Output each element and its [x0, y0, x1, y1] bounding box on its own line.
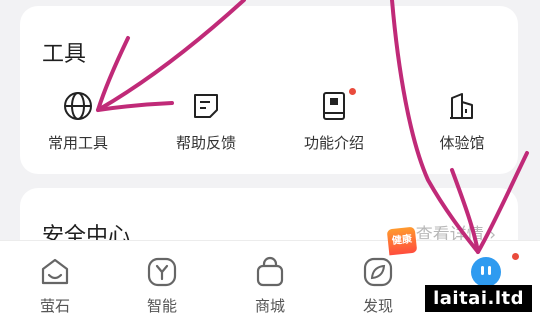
globe-icon — [64, 92, 92, 120]
tab-yingshi[interactable]: 萤石 — [20, 255, 90, 316]
tool-label: 体验馆 — [439, 134, 485, 152]
tool-feature-intro[interactable]: 功能介绍 — [274, 88, 394, 153]
notification-dot — [512, 253, 519, 260]
tab-label: 发现 — [362, 297, 393, 315]
tab-label: 商城 — [254, 297, 285, 315]
book-icon — [323, 92, 345, 120]
tool-label: 功能介绍 — [303, 134, 364, 152]
discover-leaf-icon — [363, 257, 393, 287]
watermark-text: laitai.ltd — [425, 285, 532, 312]
screen: 工具 常用工具 帮助反馈 功能介绍 体验馆 安全中心 查看详情 › 萤石 智能 … — [0, 0, 540, 320]
tab-smart[interactable]: 智能 — [127, 255, 197, 316]
tools-section-title: 工具 — [42, 42, 87, 67]
tool-common-tools[interactable]: 常用工具 — [18, 90, 138, 153]
feedback-note-icon — [194, 94, 218, 118]
tool-label: 常用工具 — [47, 134, 108, 152]
tool-experience-hall[interactable]: 体验馆 — [402, 90, 522, 153]
tab-label: 萤石 — [39, 297, 70, 315]
home-icon — [41, 258, 69, 285]
avatar-face-icon — [471, 257, 501, 287]
smart-y-icon — [147, 257, 177, 287]
tab-mall[interactable]: 商城 — [235, 255, 305, 316]
tool-label: 帮助反馈 — [175, 134, 236, 152]
shopping-bag-icon — [256, 256, 284, 287]
health-badge: 健康 — [386, 226, 418, 256]
tab-label: 智能 — [146, 297, 177, 315]
building-icon — [450, 93, 473, 119]
tools-card: 工具 常用工具 帮助反馈 功能介绍 体验馆 — [20, 6, 518, 174]
tool-help-feedback[interactable]: 帮助反馈 — [146, 90, 266, 153]
tab-discover[interactable]: 发现 — [343, 255, 413, 316]
notification-dot — [349, 88, 356, 95]
